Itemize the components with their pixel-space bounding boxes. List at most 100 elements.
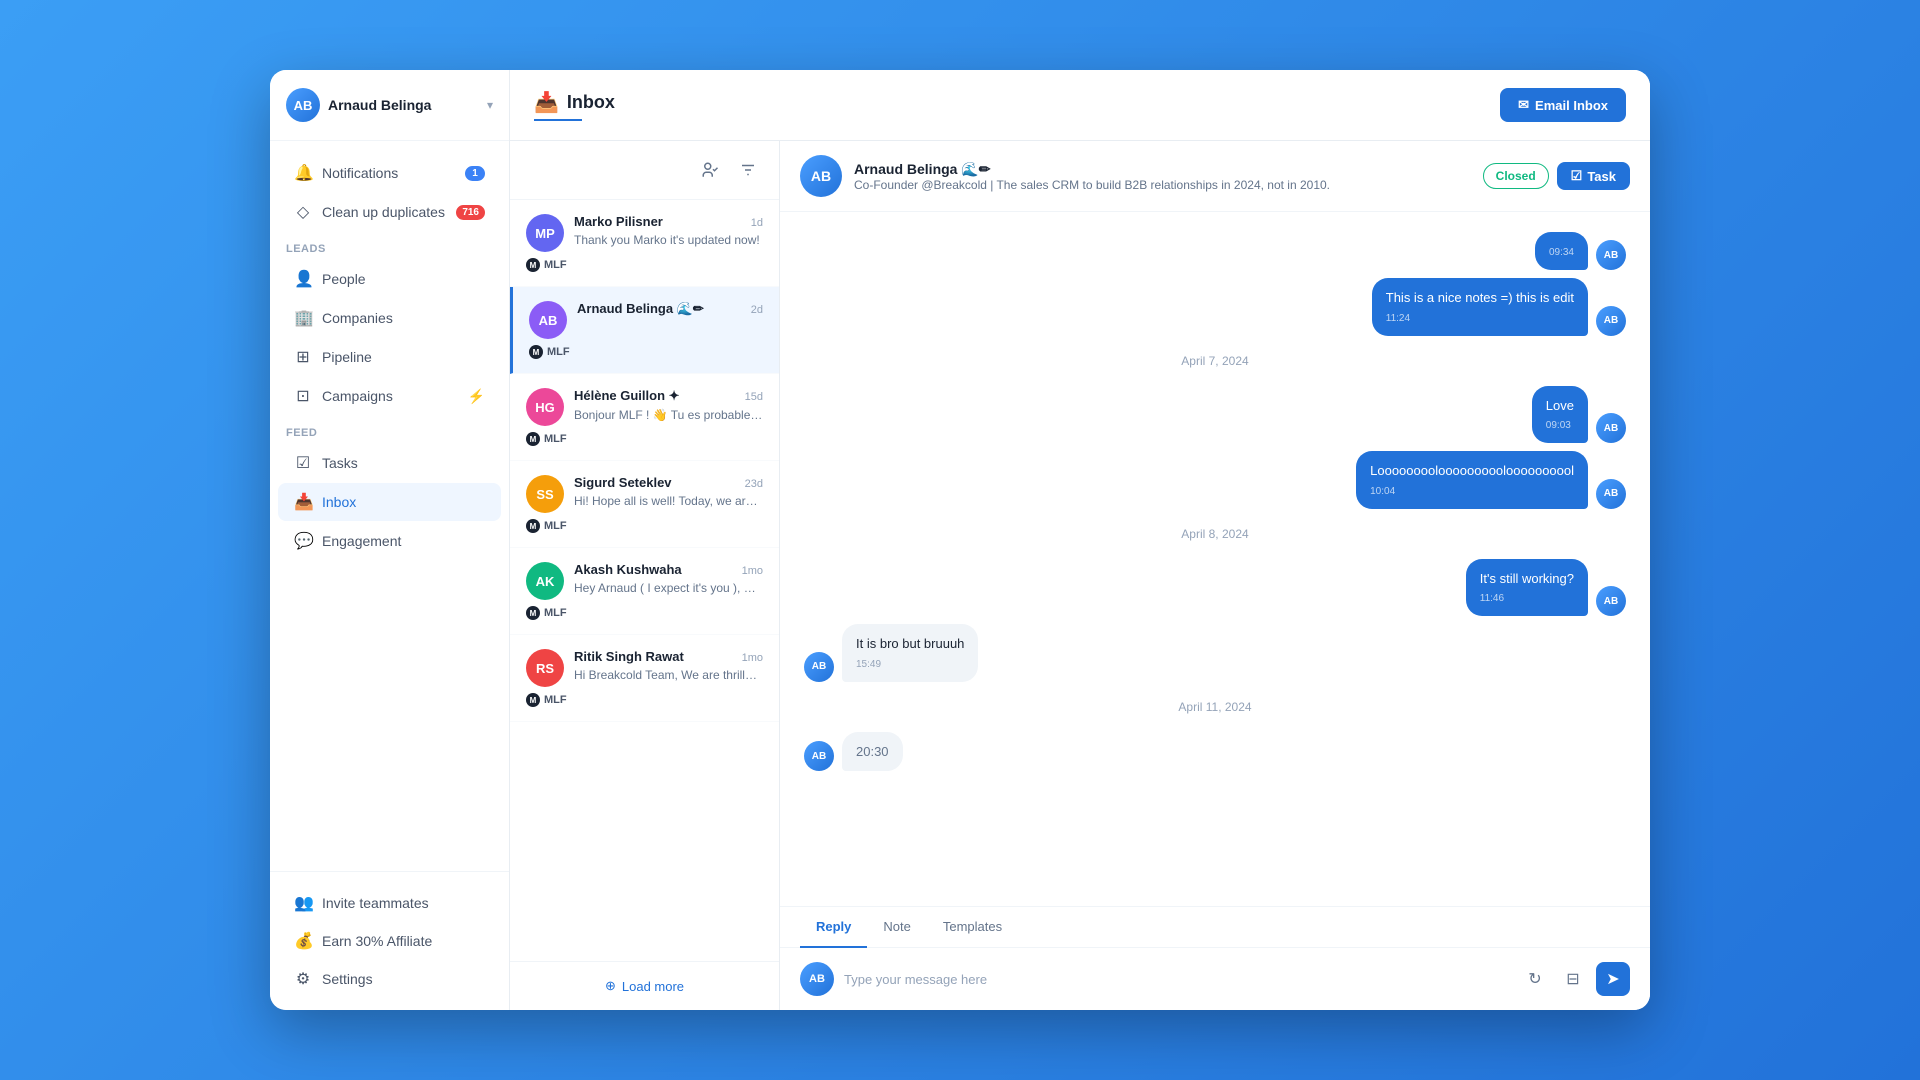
conv-info: Sigurd Seteklev 23d Hi! Hope all is well… <box>574 475 763 510</box>
inbox-tab[interactable]: 📥 Inbox <box>534 90 615 121</box>
compose-area: ReplyNoteTemplates AB ↻ ⊟ ➤ <box>780 906 1650 1010</box>
invite-icon: 👥 <box>294 893 312 913</box>
message-row: Looooooooloooooooooloooooooool 10:04 AB <box>804 451 1626 509</box>
message-bubble: This is a nice notes =) this is edit 11:… <box>1372 278 1588 336</box>
sidebar-item-affiliate[interactable]: 💰 Earn 30% Affiliate <box>278 922 501 960</box>
filter-button[interactable] <box>733 155 763 185</box>
conversation-item[interactable]: HG Hélène Guillon ✦ 15d Bonjour MLF ! 👋 … <box>510 374 779 461</box>
conversation-item[interactable]: AB Arnaud Belinga 🌊✏ 2d M MLF <box>510 287 779 374</box>
message-row: Love 09:03 AB <box>804 386 1626 444</box>
task-icon: ☑ <box>1571 168 1583 184</box>
message-time: 11:24 <box>1386 311 1574 326</box>
message-text: Love <box>1546 398 1574 413</box>
sidebar-item-companies[interactable]: 🏢 Companies <box>278 299 501 337</box>
sidebar-item-invite[interactable]: 👥 Invite teammates <box>278 884 501 922</box>
message-bubble: Love 09:03 <box>1532 386 1588 444</box>
tasks-icon: ☑ <box>294 453 312 473</box>
email-inbox-label: Email Inbox <box>1535 98 1608 113</box>
refresh-button[interactable]: ↻ <box>1520 964 1550 994</box>
conv-time: 23d <box>745 478 763 490</box>
message-time: 10:04 <box>1370 484 1574 499</box>
filter-people-button[interactable] <box>695 155 725 185</box>
conv-name: Akash Kushwaha <box>574 562 682 577</box>
inbox-header-icon: 📥 <box>534 90 559 115</box>
tag-dot: M <box>526 258 540 272</box>
chat-messages: 09:34 AB This is a nice notes =) this is … <box>780 212 1650 906</box>
message-time: 09:03 <box>1546 418 1574 433</box>
affiliate-label: Earn 30% Affiliate <box>322 933 432 949</box>
message-row: It's still working? 11:46 AB <box>804 559 1626 617</box>
load-more-button[interactable]: ⊕ Load more <box>605 978 684 994</box>
conversation-item[interactable]: SS Sigurd Seteklev 23d Hi! Hope all is w… <box>510 461 779 548</box>
conv-tag: M MLF <box>526 519 763 533</box>
message-text: It's still working? <box>1480 571 1574 586</box>
sidebar-item-settings[interactable]: ⚙ Settings <box>278 960 501 998</box>
tag-dot: M <box>526 432 540 446</box>
conv-info: Akash Kushwaha 1mo Hey Arnaud ( I expect… <box>574 562 763 597</box>
tag-label: MLF <box>544 520 567 532</box>
chat-pane: AB Arnaud Belinga 🌊✏ Co-Founder @Breakco… <box>780 141 1650 1010</box>
status-badge[interactable]: Closed <box>1483 163 1549 189</box>
plus-circle-icon: ⊕ <box>605 978 616 994</box>
invite-label: Invite teammates <box>322 895 429 911</box>
conversation-list: MP Marko Pilisner 1d Thank you Marko it'… <box>510 141 780 1010</box>
compose-tab-reply[interactable]: Reply <box>800 907 867 948</box>
bell-icon: 🔔 <box>294 163 312 183</box>
sidebar-item-people[interactable]: 👤 People <box>278 260 501 298</box>
main-header: 📥 Inbox ✉ Email Inbox <box>510 70 1650 141</box>
sidebar-item-pipeline[interactable]: ⊞ Pipeline <box>278 338 501 376</box>
chat-contact-name: Arnaud Belinga 🌊✏ <box>854 161 1471 178</box>
conv-time: 15d <box>745 391 763 403</box>
conv-preview: Hey Arnaud ( I expect it's you ), So I'm… <box>574 580 763 597</box>
conversation-item[interactable]: RS Ritik Singh Rawat 1mo Hi Breakcold Te… <box>510 635 779 722</box>
conversation-item[interactable]: AK Akash Kushwaha 1mo Hey Arnaud ( I exp… <box>510 548 779 635</box>
compose-tabs: ReplyNoteTemplates <box>780 907 1650 948</box>
settings-label: Settings <box>322 971 373 987</box>
conv-time: 1mo <box>742 565 763 577</box>
sidebar-item-inbox[interactable]: 📥 Inbox <box>278 483 501 521</box>
tag-label: MLF <box>544 259 567 271</box>
conv-avatar: HG <box>526 388 564 426</box>
message-time: 11:46 <box>1480 591 1574 606</box>
message-bubble: 09:34 <box>1535 232 1588 270</box>
compose-tab-templates[interactable]: Templates <box>927 907 1018 948</box>
sidebar-item-engagement[interactable]: 💬 Engagement <box>278 522 501 560</box>
email-inbox-button[interactable]: ✉ Email Inbox <box>1500 88 1626 122</box>
message-row: AB20:30 <box>804 732 1626 772</box>
sidebar-item-notifications[interactable]: 🔔 Notifications 1 <box>278 154 501 192</box>
chat-contact-subtitle: Co-Founder @Breakcold | The sales CRM to… <box>854 178 1471 192</box>
conv-info: Marko Pilisner 1d Thank you Marko it's u… <box>574 214 763 249</box>
message-avatar: AB <box>1596 240 1626 270</box>
conv-tag: M MLF <box>526 606 763 620</box>
tag-dot: M <box>526 693 540 707</box>
chat-header: AB Arnaud Belinga 🌊✏ Co-Founder @Breakco… <box>780 141 1650 212</box>
conv-time: 1d <box>751 217 763 229</box>
task-button[interactable]: ☑ Task <box>1557 162 1630 190</box>
compose-tab-note[interactable]: Note <box>867 907 926 948</box>
compose-input[interactable] <box>844 972 1510 987</box>
message-row: This is a nice notes =) this is edit 11:… <box>804 278 1626 336</box>
conversation-item[interactable]: MP Marko Pilisner 1d Thank you Marko it'… <box>510 200 779 287</box>
send-button[interactable]: ➤ <box>1596 962 1630 996</box>
attach-button[interactable]: ⊟ <box>1558 964 1588 994</box>
tag-dot: M <box>526 606 540 620</box>
sidebar-item-campaigns[interactable]: ⊡ Campaigns ⚡ <box>278 377 501 415</box>
conv-list-header <box>510 141 779 200</box>
sidebar-item-cleanup[interactable]: ◇ Clean up duplicates 716 <box>278 193 501 231</box>
affiliate-icon: 💰 <box>294 931 312 951</box>
conv-tag: M MLF <box>526 693 763 707</box>
lightning-icon: ⚡ <box>468 388 485 405</box>
sidebar-header[interactable]: AB Arnaud Belinga ▾ <box>270 70 509 141</box>
sidebar-footer: 👥 Invite teammates 💰 Earn 30% Affiliate … <box>270 871 509 1010</box>
sidebar: AB Arnaud Belinga ▾ 🔔 Notifications 1 ◇ … <box>270 70 510 1010</box>
conv-name: Sigurd Seteklev <box>574 475 672 490</box>
inbox-label: Inbox <box>322 494 356 510</box>
sidebar-item-tasks[interactable]: ☑ Tasks <box>278 444 501 482</box>
message-bubble: Looooooooloooooooooloooooooool 10:04 <box>1356 451 1588 509</box>
message-row: 09:34 AB <box>804 232 1626 270</box>
message-bubble: It's still working? 11:46 <box>1466 559 1588 617</box>
page-title: Inbox <box>567 92 615 113</box>
message-avatar: AB <box>1596 586 1626 616</box>
message-avatar: AB <box>804 741 834 771</box>
tasks-label: Tasks <box>322 455 358 471</box>
